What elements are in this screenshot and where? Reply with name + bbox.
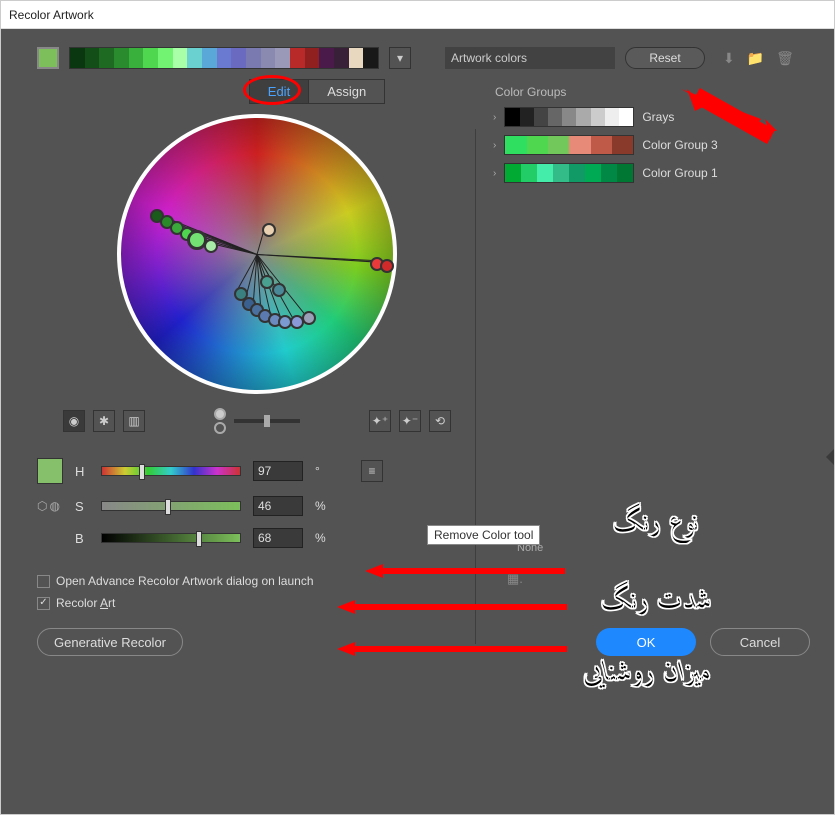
color-wheel[interactable] <box>117 114 397 394</box>
trash-icon[interactable]: 🗑 <box>776 50 794 67</box>
bri-label: B <box>75 531 89 546</box>
ok-button[interactable]: OK <box>596 628 696 656</box>
top-row: ▾ Reset ⬇ 📁 🗑 <box>1 29 834 79</box>
wheel-toolbar: ◉ ✱ ▥ ✦⁺ ✦⁻ <box>57 408 457 434</box>
color-group-swatches <box>504 135 634 155</box>
sat-unit: % <box>315 499 327 513</box>
active-color-swatch[interactable] <box>37 47 59 69</box>
dialog-body: ▾ Reset ⬇ 📁 🗑 Edit Assign <box>1 29 834 814</box>
smooth-wheel-button[interactable]: ◉ <box>63 410 85 432</box>
collapse-panel-button[interactable] <box>826 449 834 465</box>
segmented-wheel-button[interactable]: ✱ <box>93 410 115 432</box>
color-group-swatches <box>504 163 634 183</box>
recolor-art-checkbox[interactable]: Recolor Art <box>37 596 477 610</box>
hue-slider[interactable] <box>101 466 241 476</box>
recolor-art-label: Recolor Art <box>56 596 115 610</box>
hue-unit: ° <box>315 464 327 478</box>
save-group-icon[interactable]: ⬇ <box>723 50 735 67</box>
hsb-sliders: H ° ≡ ⬡ ◍ S <box>37 458 477 548</box>
unlink-colors-button[interactable]: ⟲ <box>429 410 451 432</box>
generative-recolor-button[interactable]: Generative Recolor <box>37 628 183 656</box>
bri-slider[interactable] <box>101 533 241 543</box>
chevron-right-icon: › <box>493 112 496 123</box>
cancel-button[interactable]: Cancel <box>710 628 810 656</box>
color-node[interactable] <box>204 239 218 253</box>
hsb-swatch[interactable] <box>37 458 63 484</box>
titlebar: Recolor Artwork <box>1 1 834 29</box>
brightness-mini-slider[interactable] <box>234 419 300 423</box>
sat-radio[interactable] <box>214 422 226 434</box>
vertical-divider <box>475 129 476 644</box>
bri-unit: % <box>315 531 327 545</box>
hue-input[interactable] <box>253 461 303 481</box>
chevron-right-icon: › <box>493 140 496 151</box>
hue-radio[interactable] <box>214 408 226 420</box>
swatches-grid-icon[interactable]: ▦. <box>507 571 523 587</box>
remove-color-tooltip: Remove Color tool <box>427 525 540 545</box>
color-group-swatches <box>504 107 634 127</box>
color-group-name: Grays <box>642 110 674 124</box>
open-on-launch-label: Open Advance Recolor Artwork dialog on l… <box>56 574 314 588</box>
color-node[interactable] <box>302 311 316 325</box>
bars-button[interactable]: ▥ <box>123 410 145 432</box>
sat-slider[interactable] <box>101 501 241 511</box>
reset-button[interactable]: Reset <box>625 47 705 69</box>
color-group-row[interactable]: › Color Group 3 <box>493 135 822 155</box>
bri-input[interactable] <box>253 528 303 548</box>
dialog-window: Recolor Artwork ▾ Reset ⬇ 📁 🗑 Edit Assig… <box>0 0 835 815</box>
color-node[interactable] <box>262 223 276 237</box>
footer: Generative Recolor OK Cancel <box>1 610 834 676</box>
sat-label: S <box>75 499 89 514</box>
tab-assign[interactable]: Assign <box>309 79 385 104</box>
color-group-name: Color Group 3 <box>642 138 717 152</box>
io-icons: ⬇ 📁 🗑 <box>723 50 794 67</box>
checkbox-group: Open Advance Recolor Artwork dialog on l… <box>37 574 477 610</box>
open-on-launch-checkbox[interactable]: Open Advance Recolor Artwork dialog on l… <box>37 574 477 588</box>
color-group-row[interactable]: › Grays <box>493 107 822 127</box>
add-color-button[interactable]: ✦⁺ <box>369 410 391 432</box>
chevron-right-icon: › <box>493 168 496 179</box>
hue-label: H <box>75 464 89 479</box>
color-node[interactable] <box>272 283 286 297</box>
tab-edit[interactable]: Edit <box>249 79 309 104</box>
tabs-bar: Edit Assign <box>249 79 385 104</box>
preset-select[interactable] <box>445 47 615 69</box>
cube-icon[interactable]: ⬡ <box>37 499 47 513</box>
strip-dropdown[interactable]: ▾ <box>389 47 411 69</box>
folder-icon[interactable]: 📁 <box>747 50 764 67</box>
color-node[interactable] <box>380 259 394 273</box>
artwork-color-strip[interactable] <box>69 47 379 69</box>
window-title: Recolor Artwork <box>9 8 94 22</box>
globe-icon[interactable]: ◍ <box>49 499 59 513</box>
color-group-name: Color Group 1 <box>642 166 717 180</box>
color-group-row[interactable]: › Color Group 1 <box>493 163 822 183</box>
sat-input[interactable] <box>253 496 303 516</box>
slider-menu-button[interactable]: ≡ <box>361 460 383 482</box>
remove-color-button[interactable]: ✦⁻ <box>399 410 421 432</box>
color-groups-list: › Grays › Color Group 3 › Color Group 1 <box>493 107 822 183</box>
color-groups-heading: Color Groups <box>495 85 822 99</box>
